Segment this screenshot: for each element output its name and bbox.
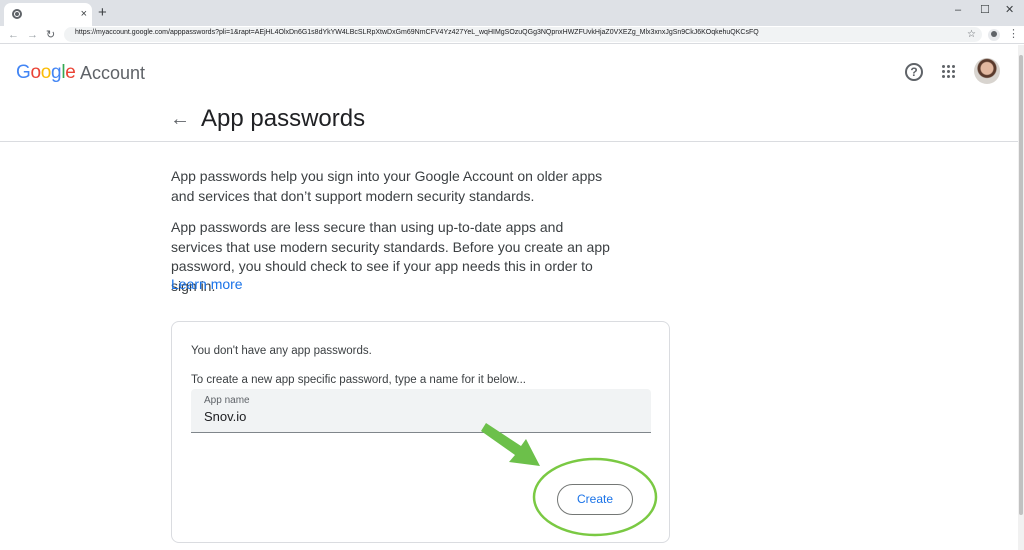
app-name-label: App name: [204, 395, 250, 406]
create-button[interactable]: Create: [557, 484, 633, 515]
browser-toolbar: ← → ↻ https://myaccount.google.com/apppa…: [0, 26, 1024, 44]
tab-strip: × + – ☐ ✕: [0, 0, 1024, 26]
bookmark-star-icon[interactable]: ☆: [967, 27, 976, 42]
avatar[interactable]: [974, 58, 1000, 84]
scrollbar[interactable]: [1018, 45, 1024, 550]
browser-menu-icon[interactable]: ⋮: [1008, 27, 1019, 41]
new-tab-button[interactable]: +: [98, 4, 107, 22]
close-window-button[interactable]: ✕: [1005, 3, 1014, 17]
logo-account-text[interactable]: Account: [80, 63, 145, 84]
reload-icon[interactable]: ↻: [46, 27, 55, 43]
url-text: https://myaccount.google.com/apppassword…: [75, 29, 759, 36]
chrome-favicon-icon: [12, 9, 22, 19]
help-icon[interactable]: ?: [905, 63, 923, 81]
create-hint-text: To create a new app specific password, t…: [191, 374, 526, 386]
browser-profile-icon[interactable]: [988, 29, 1000, 41]
learn-more-link[interactable]: Learn more: [171, 276, 243, 292]
scrollbar-thumb[interactable]: [1019, 55, 1023, 515]
account-header: Google Account ?: [0, 45, 1018, 99]
app-name-field[interactable]: App name Snov.io: [191, 389, 651, 433]
apps-grid-icon[interactable]: [942, 65, 956, 79]
address-bar[interactable]: https://myaccount.google.com/apppassword…: [64, 27, 982, 42]
tab-close-icon[interactable]: ×: [81, 6, 87, 22]
minimize-button[interactable]: –: [955, 3, 961, 17]
back-arrow-icon[interactable]: ←: [170, 107, 190, 131]
page-title-bar: ← App passwords: [0, 99, 1018, 142]
back-nav-icon[interactable]: ←: [8, 27, 19, 43]
intro-text: App passwords help you sign into your Go…: [171, 168, 603, 204]
page-title: App passwords: [201, 105, 366, 132]
app-name-input[interactable]: Snov.io: [204, 409, 246, 424]
forward-nav-icon[interactable]: →: [27, 27, 38, 43]
browser-tab[interactable]: ×: [4, 3, 92, 26]
google-logo[interactable]: Google: [16, 62, 76, 84]
app-passwords-card: You don't have any app passwords. To cre…: [171, 321, 670, 543]
maximize-button[interactable]: ☐: [980, 3, 990, 17]
empty-state-text: You don't have any app passwords.: [191, 345, 372, 357]
